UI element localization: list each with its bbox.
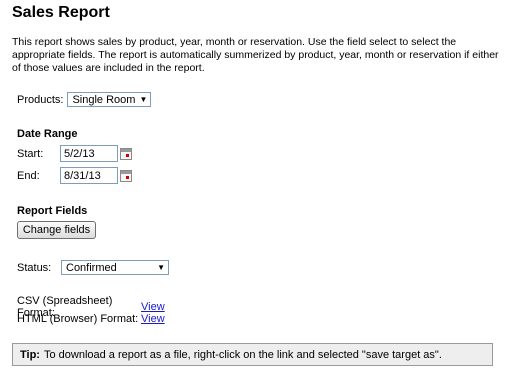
products-select[interactable]: Single Room ▼	[67, 92, 152, 107]
csv-view-link[interactable]: View	[141, 301, 165, 313]
calendar-icon[interactable]	[120, 147, 132, 160]
end-label: End:	[17, 169, 40, 182]
start-date-value: 5/2/13	[64, 147, 95, 160]
chevron-down-icon: ▼	[139, 95, 148, 104]
start-label: Start:	[17, 147, 44, 160]
html-export-label: HTML (Browser) Format:	[17, 313, 139, 325]
start-date-input[interactable]: 5/2/13	[60, 145, 118, 162]
chevron-down-icon: ▼	[157, 263, 165, 272]
tip-text: To download a report as a file, right-cl…	[43, 348, 442, 361]
start-row: Start: 5/2/13	[17, 145, 132, 162]
page-description: This report shows sales by product, year…	[12, 36, 499, 74]
page-title: Sales Report	[12, 4, 110, 21]
status-select[interactable]: Confirmed ▼	[61, 260, 169, 275]
status-selected-value: Confirmed	[66, 261, 117, 274]
html-export-row: HTML (Browser) Format: View	[17, 313, 165, 325]
end-date-input[interactable]: 8/31/13	[60, 167, 118, 184]
status-row: Status: Confirmed ▼	[17, 260, 169, 275]
products-row: Products: Single Room ▼	[17, 92, 152, 107]
report-fields-heading: Report Fields	[17, 205, 88, 217]
date-range-heading: Date Range	[17, 128, 78, 140]
tip-prefix: Tip:	[20, 348, 40, 361]
end-row: End: 8/31/13	[17, 167, 132, 184]
end-date-value: 8/31/13	[64, 169, 101, 182]
status-label: Status:	[17, 261, 52, 274]
tip-box: Tip: To download a report as a file, rig…	[12, 343, 493, 366]
products-selected-value: Single Room	[72, 93, 136, 106]
html-view-link[interactable]: View	[141, 313, 165, 325]
products-label: Products:	[17, 93, 64, 106]
change-fields-button[interactable]: Change fields	[17, 221, 96, 239]
calendar-icon[interactable]	[120, 169, 132, 182]
